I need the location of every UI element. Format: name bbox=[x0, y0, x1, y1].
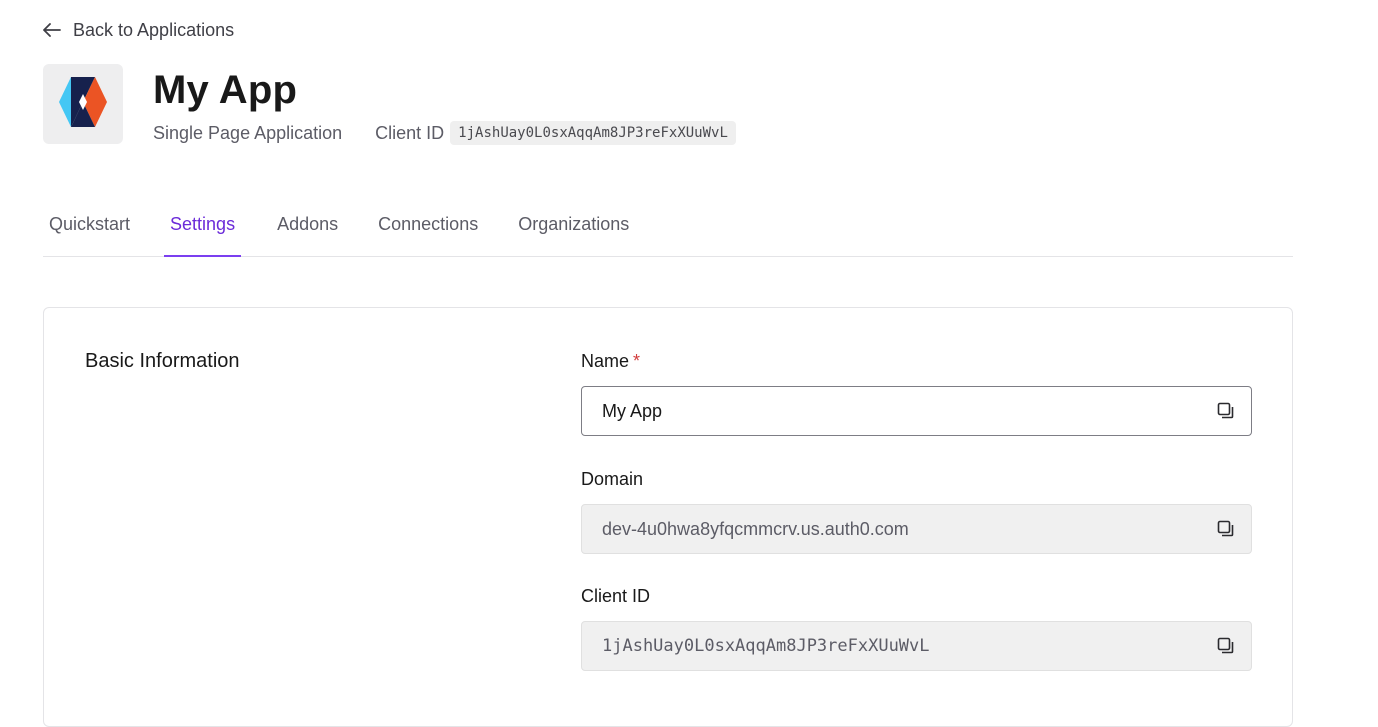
domain-input-value: dev-4u0hwa8yfqcmmcrv.us.auth0.com bbox=[602, 518, 909, 539]
name-field-group: Name * My App bbox=[581, 348, 1252, 436]
tab-quickstart[interactable]: Quickstart bbox=[43, 200, 150, 256]
tab-organizations[interactable]: Organizations bbox=[498, 200, 649, 256]
app-title: My App bbox=[153, 68, 298, 112]
section-title: Basic Information bbox=[85, 350, 240, 372]
client-id-input[interactable]: 1jAshUay0L0sxAqqAm8JP3reFxXUuWvL bbox=[581, 621, 1252, 671]
tab-connections[interactable]: Connections bbox=[358, 200, 498, 256]
copy-icon[interactable] bbox=[1215, 518, 1237, 540]
client-id-field-label: Client ID bbox=[581, 586, 651, 606]
client-id-field-group: Client ID 1jAshUay0L0sxAqqAm8JP3reFxXUuW… bbox=[581, 583, 1252, 671]
back-label: Back to Applications bbox=[73, 19, 235, 40]
app-logo-icon bbox=[57, 75, 109, 134]
basic-information-card: Basic Information Name * My App Domain de… bbox=[43, 307, 1293, 727]
app-meta: Single Page Application Client ID 1jAshU… bbox=[153, 120, 736, 146]
name-label-text: Name bbox=[581, 351, 630, 371]
app-type: Single Page Application bbox=[153, 122, 343, 143]
client-id-input-value: 1jAshUay0L0sxAqqAm8JP3reFxXUuWvL bbox=[602, 636, 930, 656]
arrow-left-icon bbox=[43, 23, 61, 37]
tab-settings[interactable]: Settings bbox=[164, 200, 242, 257]
app-logo bbox=[43, 64, 123, 144]
name-input-value: My App bbox=[602, 400, 663, 421]
copy-icon[interactable] bbox=[1215, 635, 1237, 657]
client-id-label: Client ID bbox=[375, 122, 445, 143]
domain-label: Domain bbox=[581, 469, 644, 489]
back-to-applications-link[interactable]: Back to Applications bbox=[43, 18, 234, 42]
domain-input[interactable]: dev-4u0hwa8yfqcmmcrv.us.auth0.com bbox=[581, 504, 1252, 554]
domain-field-group: Domain dev-4u0hwa8yfqcmmcrv.us.auth0.com bbox=[581, 466, 1252, 554]
client-id-chip[interactable]: 1jAshUay0L0sxAqqAm8JP3reFxXUuWvL bbox=[450, 121, 736, 145]
copy-icon[interactable] bbox=[1215, 400, 1237, 422]
tab-addons[interactable]: Addons bbox=[255, 200, 358, 256]
name-label: Name * bbox=[581, 348, 1252, 374]
required-mark: * bbox=[633, 351, 641, 371]
tab-bar: Quickstart Settings Addons Connections O… bbox=[43, 200, 1293, 257]
name-input[interactable]: My App bbox=[581, 386, 1252, 436]
